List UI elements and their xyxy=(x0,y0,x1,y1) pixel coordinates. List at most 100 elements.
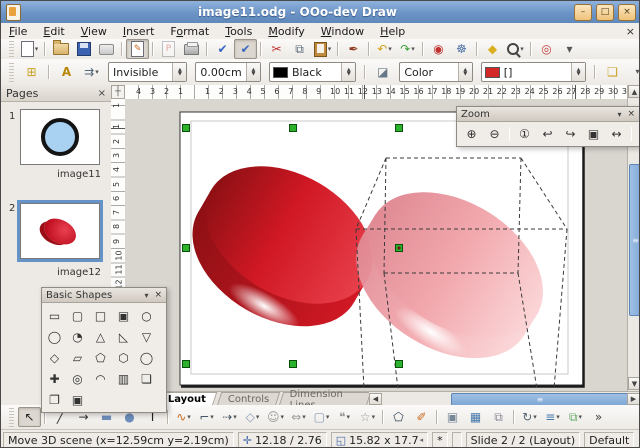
styles-icon[interactable]: A xyxy=(55,62,78,82)
close-icon[interactable]: × xyxy=(98,88,106,99)
new-document-icon[interactable]: ▾ xyxy=(18,39,41,59)
open-icon[interactable] xyxy=(49,39,72,59)
minimize-button[interactable]: – xyxy=(574,4,592,21)
paste-icon[interactable]: ▾ xyxy=(311,39,334,59)
square-icon[interactable]: □ xyxy=(89,305,112,326)
zoom-palette-titlebar[interactable]: Zoom ▾ × xyxy=(457,107,639,122)
menu-help[interactable]: Help xyxy=(372,25,413,38)
trapezoid-icon[interactable]: ▽ xyxy=(135,326,158,347)
block-arrows-icon[interactable]: ⇔▾ xyxy=(287,407,310,427)
gallery-drawing-icon[interactable]: ⧉ xyxy=(487,407,510,427)
gallery-icon[interactable]: ◆ xyxy=(481,39,504,59)
toolbar-options-icon[interactable]: ▾ xyxy=(558,39,581,59)
line-width-spinbox[interactable]: 0.00cm ▲▼ xyxy=(195,62,261,82)
zoom-icon[interactable]: ▾ xyxy=(504,39,527,59)
close-icon[interactable]: × xyxy=(154,290,162,300)
toolbar-grip[interactable] xyxy=(9,62,14,83)
dropdown-arrow-icon[interactable]: ▾ xyxy=(372,413,376,421)
display-grid-icon[interactable]: ⊞ xyxy=(20,62,43,82)
dropdown-arrow-icon[interactable]: ▾ xyxy=(346,413,350,421)
arrow-style-icon[interactable]: ⇉▾ xyxy=(80,62,103,82)
fontwork-icon[interactable]: ▣ xyxy=(441,407,464,427)
undo-icon[interactable]: ↶▾ xyxy=(373,39,396,59)
spinner-icon[interactable]: ▲▼ xyxy=(571,63,585,81)
zoom-out-icon[interactable]: ⊖ xyxy=(483,124,506,144)
scroll-right-icon[interactable]: ▶ xyxy=(627,393,640,405)
more-tools-icon[interactable]: » xyxy=(587,407,610,427)
line-color-combobox[interactable]: Black ▲▼ xyxy=(269,62,356,82)
parallelogram-icon[interactable]: ▱ xyxy=(66,347,89,368)
menu-view[interactable]: View xyxy=(73,25,115,38)
glue-points-icon[interactable]: ✐ xyxy=(410,407,433,427)
symbol-shapes-icon[interactable]: ☺▾ xyxy=(264,407,287,427)
dropdown-arrow-icon[interactable]: ▾ xyxy=(35,45,39,53)
select-icon[interactable]: ↖ xyxy=(18,407,41,427)
spinner-icon[interactable]: ▲▼ xyxy=(458,63,472,81)
dropdown-arrow-icon[interactable]: ▾ xyxy=(579,413,583,421)
close-button[interactable]: × xyxy=(618,4,636,21)
dropdown-arrow-icon[interactable]: ▾ xyxy=(411,45,415,53)
basic-shapes-icon[interactable]: ◇▾ xyxy=(241,407,264,427)
menu-format[interactable]: Format xyxy=(162,25,217,38)
folded-corner-icon[interactable]: ❐ xyxy=(43,389,66,410)
zoom-previous-icon[interactable]: ↩ xyxy=(536,124,559,144)
cross-icon[interactable]: ✚ xyxy=(43,368,66,389)
copy-icon[interactable]: ⧉ xyxy=(288,39,311,59)
line-style-combobox[interactable]: Invisible ▲▼ xyxy=(108,62,187,82)
zoom-100-icon[interactable]: ① xyxy=(513,124,536,144)
flowcharts-icon[interactable]: ▢▾ xyxy=(310,407,333,427)
page-style-field[interactable]: Default xyxy=(584,432,634,448)
page-thumbnail-2[interactable] xyxy=(20,203,100,259)
menu-tools[interactable]: Tools xyxy=(217,25,260,38)
send-email-icon[interactable] xyxy=(95,39,118,59)
zoom-palette[interactable]: Zoom ▾ × ⊕⊖①↩↪▣↔▦ xyxy=(456,106,640,147)
format-paintbrush-icon[interactable]: ✒ xyxy=(342,39,365,59)
block-arc-icon[interactable]: ◠ xyxy=(89,368,112,389)
dropdown-arrow-icon[interactable]: ▾ xyxy=(187,413,191,421)
fill-type-combobox[interactable]: Color ▲▼ xyxy=(399,62,472,82)
spinner-icon[interactable]: ▲▼ xyxy=(246,63,260,81)
menu-window[interactable]: Window xyxy=(313,25,372,38)
basic-shapes-palette[interactable]: Basic Shapes ▾ × ▭▢□▣○◯◔△◺▽◇▱⬠⬡◯✚◎◠▥❏❐▣ xyxy=(41,287,167,413)
insert-picture-icon[interactable]: ▦ xyxy=(464,407,487,427)
dropdown-arrow-icon[interactable]: ▾ xyxy=(95,68,99,76)
rounded-rectangle-icon[interactable]: ▢ xyxy=(66,305,89,326)
toolbar-grip[interactable] xyxy=(9,41,14,57)
zoom-next-icon[interactable]: ↪ xyxy=(559,124,582,144)
rounded-square-icon[interactable]: ▣ xyxy=(112,305,135,326)
edit-points-icon[interactable]: ⬠ xyxy=(387,407,410,427)
insert-chart-icon[interactable]: ◉ xyxy=(427,39,450,59)
dropdown-arrow-icon[interactable]: ▾ xyxy=(533,413,537,421)
menu-file[interactable]: File xyxy=(1,25,35,38)
right-triangle-icon[interactable]: ◺ xyxy=(112,326,135,347)
lines-and-arrows-icon[interactable]: ⇢▾ xyxy=(218,407,241,427)
dropdown-arrow-icon[interactable]: ▾ xyxy=(256,413,260,421)
regular-pentagon-icon[interactable]: ⬠ xyxy=(89,347,112,368)
dropdown-arrow-icon[interactable]: ▾ xyxy=(556,413,560,421)
help-icon[interactable]: ◎ xyxy=(535,39,558,59)
palette-menu-icon[interactable]: ▾ xyxy=(144,291,148,300)
object-zoom-icon[interactable]: ▦ xyxy=(635,124,640,144)
rectangle-icon[interactable]: ▭ xyxy=(43,305,66,326)
edit-file-icon[interactable]: ✎ xyxy=(126,39,149,59)
redo-icon[interactable]: ↷▾ xyxy=(396,39,419,59)
alignment-icon[interactable]: ≡▾ xyxy=(541,407,564,427)
cut-icon[interactable]: ✂ xyxy=(265,39,288,59)
rotate-icon[interactable]: ↻▾ xyxy=(518,407,541,427)
page-thumbnail-1[interactable] xyxy=(20,109,100,165)
curve-icon[interactable]: ∿▾ xyxy=(172,407,195,427)
spinner-icon[interactable]: ▲▼ xyxy=(172,63,186,81)
document-close-icon[interactable]: × xyxy=(626,25,635,38)
ruler-origin-button[interactable]: ┼ xyxy=(111,85,125,99)
tab-dimension-lines[interactable]: Dimension Lines xyxy=(279,392,372,406)
titlebar[interactable]: image11.odg - OOo-dev Draw – □ × xyxy=(1,1,640,24)
horizontal-scrollbar[interactable]: ◀ ≡ ▶ xyxy=(369,391,640,405)
dropdown-arrow-icon[interactable]: ▾ xyxy=(388,45,392,53)
stars-icon[interactable]: ☆▾ xyxy=(356,407,379,427)
zoom-page-icon[interactable]: ▣ xyxy=(582,124,605,144)
dropdown-arrow-icon[interactable]: ▾ xyxy=(326,413,330,421)
arrange-icon[interactable]: ⧉▾ xyxy=(564,407,587,427)
cube-icon[interactable]: ❏ xyxy=(135,368,158,389)
shapes-palette-titlebar[interactable]: Basic Shapes ▾ × xyxy=(42,288,166,303)
horizontal-ruler[interactable]: 4321123456789101112131415161718192021222… xyxy=(125,85,627,100)
